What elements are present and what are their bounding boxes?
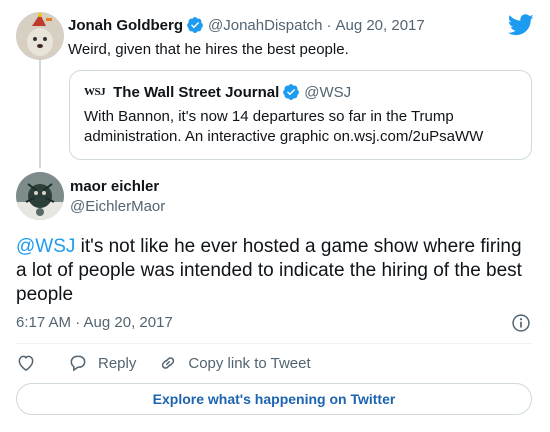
- quoted-tweet-text: With Bannon, it's now 14 departures so f…: [84, 108, 484, 145]
- verified-badge-icon: [187, 17, 203, 33]
- tweet-timestamp[interactable]: 6:17 AM · Aug 20, 2017: [16, 314, 173, 331]
- parent-tweet-header: Jonah Goldberg @JonahDispatch · Aug 20, …: [68, 16, 425, 34]
- quoted-tweet-header: WSJ The Wall Street Journal @WSJ: [84, 83, 351, 101]
- divider: [16, 343, 532, 344]
- author-handle[interactable]: @EichlerMaor: [70, 198, 165, 215]
- wsj-logo: WSJ: [84, 86, 106, 98]
- tweet-actions: Reply Copy link to Tweet: [16, 352, 333, 374]
- quoted-author-name: The Wall Street Journal: [113, 83, 280, 101]
- separator-dot: ·: [326, 16, 332, 34]
- heart-icon: [18, 355, 34, 371]
- reply-button[interactable]: Reply: [68, 353, 136, 373]
- avatar[interactable]: [16, 12, 64, 60]
- copy-link-label: Copy link to Tweet: [188, 354, 311, 372]
- explore-twitter-button[interactable]: Explore what's happening on Twitter: [16, 383, 532, 415]
- author-handle[interactable]: @JonahDispatch: [208, 17, 322, 34]
- avatar[interactable]: [16, 172, 64, 220]
- reply-label: Reply: [98, 354, 137, 372]
- author-name[interactable]: maor eichler: [70, 178, 159, 195]
- tweet-date[interactable]: Aug 20, 2017: [335, 17, 424, 34]
- embedded-tweet-card: Jonah Goldberg @JonahDispatch · Aug 20, …: [0, 0, 550, 432]
- author-name[interactable]: Jonah Goldberg: [68, 17, 183, 34]
- copy-link-button[interactable]: Copy link to Tweet: [158, 353, 311, 373]
- verified-badge-icon: [283, 84, 300, 100]
- quoted-author-handle: @WSJ: [304, 83, 352, 101]
- like-button[interactable]: [16, 353, 46, 373]
- parent-tweet-text: Weird, given that he hires the best peop…: [68, 41, 349, 58]
- main-tweet-text: @WSJ it's not like he ever hosted a game…: [16, 235, 532, 307]
- main-tweet-body: it's not like he ever hosted a game show…: [16, 236, 522, 305]
- link-icon: [162, 357, 175, 369]
- info-icon[interactable]: [511, 313, 531, 333]
- quoted-tweet[interactable]: WSJ The Wall Street Journal @WSJ With Ba…: [69, 70, 532, 160]
- thread-connector-line: [39, 60, 41, 168]
- reply-icon: [70, 355, 86, 372]
- twitter-bird-icon[interactable]: [508, 14, 534, 36]
- mention-link[interactable]: @WSJ: [16, 236, 75, 257]
